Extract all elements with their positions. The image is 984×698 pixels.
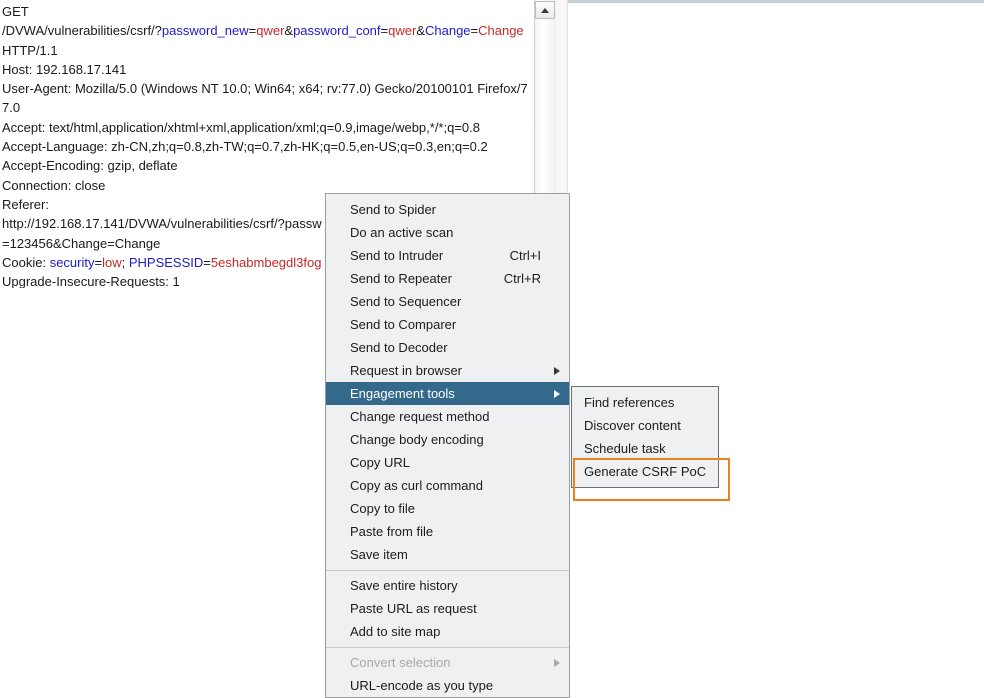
submenu-arrow-icon: [554, 366, 560, 375]
menu-item-paste-url-as-request[interactable]: Paste URL as request: [326, 597, 569, 620]
request-line: Accept: text/html,application/xhtml+xml,…: [2, 118, 530, 137]
request-text-run: Cookie:: [2, 254, 50, 270]
menu-item-send-to-intruder[interactable]: Send to Intruder Ctrl+I: [326, 244, 569, 267]
submenu-item-label: Schedule task: [584, 441, 666, 456]
menu-item-send-to-sequencer[interactable]: Send to Sequencer: [326, 290, 569, 313]
request-line: User-Agent: Mozilla/5.0 (Windows NT 10.0…: [2, 79, 530, 118]
request-line: /DVWA/vulnerabilities/csrf/?password_new…: [2, 21, 530, 60]
menu-item-copy-to-file[interactable]: Copy to file: [326, 497, 569, 520]
param-name: security: [49, 254, 95, 270]
menu-item-label: Change body encoding: [350, 432, 484, 447]
menu-separator: [326, 570, 569, 571]
menu-item-engagement-tools[interactable]: Engagement tools: [326, 382, 569, 405]
menu-item-label: Send to Spider: [350, 202, 437, 217]
menu-item-url-encode-as-you-type[interactable]: URL-encode as you type: [326, 674, 569, 697]
param-name: password_new: [161, 23, 249, 39]
request-text-run: =123456&Change=Change: [2, 235, 161, 251]
request-text-run: =: [470, 23, 479, 39]
menu-item-label: Paste URL as request: [350, 601, 477, 616]
request-text-run: Accept-Encoding: gzip, deflate: [2, 158, 178, 174]
menu-item-label: Copy to file: [350, 501, 416, 516]
param-name: Change: [424, 23, 471, 39]
menu-item-label: Change request method: [350, 409, 490, 424]
menu-item-send-to-spider[interactable]: Send to Spider: [326, 198, 569, 221]
menu-item-label: Send to Intruder: [350, 248, 444, 263]
request-text-run: GET: [2, 4, 29, 19]
submenu-item-discover-content[interactable]: Discover content: [572, 414, 718, 437]
menu-item-change-body-encoding[interactable]: Change body encoding: [326, 428, 569, 451]
menu-item-label: Send to Repeater: [350, 271, 452, 286]
param-value: qwer: [256, 23, 285, 39]
request-text-run: =: [94, 254, 103, 270]
request-text-run: Host: 192.168.17.141: [2, 61, 127, 77]
menu-item-add-to-site-map[interactable]: Add to site map: [326, 620, 569, 643]
menu-item-paste-from-file[interactable]: Paste from file: [326, 520, 569, 543]
param-value: qwer: [388, 23, 417, 39]
submenu-item-label: Discover content: [584, 418, 681, 433]
request-text-run: Connection: close: [2, 177, 106, 193]
param-value: 5eshabmbegdl3fog: [210, 254, 322, 270]
menu-item-label: Send to Sequencer: [350, 294, 462, 309]
request-text-run: =: [380, 23, 389, 39]
request-text-run: Referer:: [2, 196, 49, 212]
request-line: GET: [2, 2, 530, 21]
request-text-run: &: [284, 23, 294, 39]
menu-item-label: URL-encode as you type: [350, 678, 494, 693]
menu-item-label: Copy as curl command: [350, 478, 483, 493]
param-value: Change: [478, 23, 524, 39]
menu-separator: [326, 647, 569, 648]
request-text-run: ;: [121, 254, 129, 270]
request-line: Host: 192.168.17.141: [2, 60, 530, 79]
submenu-item-schedule-task[interactable]: Schedule task: [572, 437, 718, 460]
menu-item-copy-as-curl-command[interactable]: Copy as curl command: [326, 474, 569, 497]
menu-item-save-entire-history[interactable]: Save entire history: [326, 574, 569, 597]
menu-item-label: Copy URL: [350, 455, 410, 470]
request-text-run: /DVWA/vulnerabilities/csrf/?: [2, 23, 162, 39]
submenu-item-generate-csrf-poc[interactable]: Generate CSRF PoC: [572, 460, 718, 483]
menu-item-label: Paste from file: [350, 524, 434, 539]
menu-item-request-in-browser[interactable]: Request in browser: [326, 359, 569, 382]
menu-item-label: Do an active scan: [350, 225, 454, 240]
menu-item-convert-selection: Convert selection: [326, 651, 569, 674]
request-text-run: http://192.168.17.141/DVWA/vulnerabiliti…: [2, 216, 322, 232]
request-text-run: =: [203, 254, 211, 270]
menu-item-send-to-decoder[interactable]: Send to Decoder: [326, 336, 569, 359]
engagement-tools-submenu[interactable]: Find references Discover content Schedule …: [571, 386, 719, 488]
menu-item-copy-url[interactable]: Copy URL: [326, 451, 569, 474]
submenu-arrow-icon: [554, 658, 560, 667]
menu-item-label: Save item: [350, 547, 408, 562]
menu-item-label: Add to site map: [350, 624, 441, 639]
request-line: Accept-Encoding: gzip, deflate: [2, 156, 530, 175]
context-menu[interactable]: Send to Spider Do an active scan Send to I…: [325, 193, 570, 698]
param-name: PHPSESSID: [128, 254, 204, 270]
menu-item-save-item[interactable]: Save item: [326, 543, 569, 566]
submenu-item-find-references[interactable]: Find references: [572, 391, 718, 414]
request-text-run: User-Agent: Mozilla/5.0 (Windows NT 10.0…: [2, 81, 528, 116]
response-panel: [568, 0, 984, 688]
request-line: Accept-Language: zh-CN,zh;q=0.8,zh-TW;q=…: [2, 137, 530, 156]
menu-item-send-to-repeater[interactable]: Send to Repeater Ctrl+R: [326, 267, 569, 290]
menu-item-label: Convert selection: [350, 655, 451, 670]
menu-item-do-an-active-scan[interactable]: Do an active scan: [326, 221, 569, 244]
scroll-up-button[interactable]: [535, 1, 555, 19]
submenu-item-label: Find references: [584, 395, 675, 410]
request-text-run: Accept: text/html,application/xhtml+xml,…: [2, 119, 480, 135]
menu-item-label: Send to Comparer: [350, 317, 457, 332]
submenu-arrow-icon: [554, 389, 560, 398]
menu-item-label: Engagement tools: [350, 386, 455, 401]
menu-item-label: Request in browser: [350, 363, 462, 378]
param-value: low: [102, 254, 122, 270]
menu-item-shortcut: Ctrl+R: [503, 271, 541, 286]
menu-item-shortcut: Ctrl+I: [509, 248, 541, 263]
menu-item-change-request-method[interactable]: Change request method: [326, 405, 569, 428]
menu-item-label: Save entire history: [350, 578, 458, 593]
submenu-item-label: Generate CSRF PoC: [584, 464, 707, 479]
request-text-run: Accept-Language: zh-CN,zh;q=0.8,zh-TW;q=…: [2, 139, 488, 155]
request-text-run: &: [416, 23, 425, 39]
request-text-run: Upgrade-Insecure-Requests: 1: [2, 274, 180, 288]
menu-item-send-to-comparer[interactable]: Send to Comparer: [326, 313, 569, 336]
menu-item-label: Send to Decoder: [350, 340, 448, 355]
triangle-up-icon: [541, 7, 549, 13]
param-name: password_conf: [293, 23, 381, 39]
